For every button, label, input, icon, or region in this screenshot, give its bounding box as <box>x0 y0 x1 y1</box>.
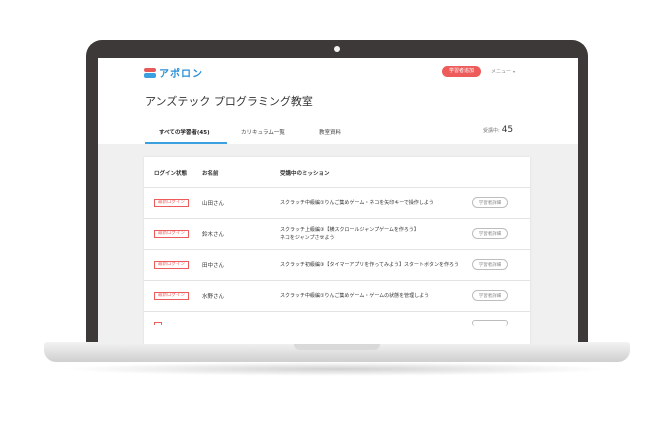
table-row[interactable]: 最新ログイン 鈴木さん スクラッチ上級編③【横スクロールジャンプゲームを作ろう】… <box>144 219 530 250</box>
tab-materials[interactable]: 教室資料 <box>319 128 341 138</box>
mission-text: スクラッチ中級編①りんご集めゲーム・ネコを矢印キーで操作しよう <box>280 199 470 207</box>
mission-line: スクラッチ初級編③【タイマーアプリを作ってみよう】スタートボタンを作ろう <box>280 262 460 268</box>
status-badge <box>154 322 162 325</box>
laptop-mockup: アポロン 学習者追加 メニュー ▾ アンズテック プログラミング教室 すべての学習… <box>0 0 670 430</box>
logo-icon <box>144 67 156 78</box>
learner-name: 水野さん <box>202 294 225 300</box>
learner-detail-button[interactable]: 学習者詳細 <box>472 290 508 301</box>
header-mission: 受講中のミッション <box>280 171 330 177</box>
header-name: お名前 <box>202 171 219 177</box>
table-header: ログイン状態 お名前 受講中のミッション <box>144 157 530 188</box>
mission-text: スクラッチ上級編③【横スクロールジャンプゲームを作ろう】 ネコをジャンプさせよう <box>280 226 470 242</box>
learner-name: 山田さん <box>202 201 225 207</box>
tab-curriculum[interactable]: カリキュラム一覧 <box>241 128 285 138</box>
learner-detail-button[interactable]: 学習者詳細 <box>472 259 508 270</box>
add-learner-button[interactable]: 学習者追加 <box>442 66 482 77</box>
menu-dropdown[interactable]: メニュー ▾ <box>491 67 515 77</box>
table-row[interactable]: 最新ログイン 山田さん スクラッチ中級編①りんご集めゲーム・ネコを矢印キーで操作… <box>144 188 530 219</box>
status-badge: 最新ログイン <box>154 199 189 207</box>
learner-detail-button[interactable] <box>472 320 508 326</box>
menu-label: メニュー <box>491 69 512 75</box>
status-badge: 最新ログイン <box>154 292 189 300</box>
learner-detail-button[interactable]: 学習者詳細 <box>472 197 508 208</box>
learner-count: 受講中: 45 <box>483 125 513 135</box>
mission-line: スクラッチ上級編③【横スクロールジャンプゲームを作ろう】 <box>280 227 419 233</box>
learner-name: 鈴木さん <box>202 232 225 238</box>
page-title: アンズテック プログラミング教室 <box>145 95 313 108</box>
logo[interactable]: アポロン <box>144 65 203 80</box>
mission-line: ネコをジャンプさせよう <box>280 235 335 241</box>
status-badge: 最新ログイン <box>154 261 189 269</box>
logo-text: アポロン <box>159 69 203 80</box>
camera-icon <box>334 46 340 52</box>
header-status: ログイン状態 <box>154 171 188 177</box>
status-badge: 最新ログイン <box>154 230 189 238</box>
laptop-shadow <box>60 362 614 376</box>
learner-count-label: 受講中: <box>483 128 500 134</box>
learner-detail-button[interactable]: 学習者詳細 <box>472 228 508 239</box>
tab-all-learners[interactable]: すべての学習者(45) <box>159 128 210 138</box>
mission-line: スクラッチ中級編①りんご集めゲーム・ゲームの状態を管理しよう <box>280 293 430 299</box>
mission-text: スクラッチ初級編③【タイマーアプリを作ってみよう】スタートボタンを作ろう <box>280 261 470 269</box>
mission-line: スクラッチ中級編①りんご集めゲーム・ネコを矢印キーで操作しよう <box>280 200 434 206</box>
learner-name: 田中さん <box>202 263 225 269</box>
laptop-screen: アポロン 学習者追加 メニュー ▾ アンズテック プログラミング教室 すべての学習… <box>98 58 578 344</box>
learner-count-value: 45 <box>501 125 514 135</box>
table-row[interactable] <box>144 312 530 343</box>
table-row[interactable]: 最新ログイン 田中さん スクラッチ初級編③【タイマーアプリを作ってみよう】スター… <box>144 250 530 281</box>
chevron-down-icon: ▾ <box>513 69 516 74</box>
learner-table: ログイン状態 お名前 受講中のミッション 最新ログイン 山田さん スクラッチ中級… <box>144 157 530 344</box>
mission-text: スクラッチ中級編①りんご集めゲーム・ゲームの状態を管理しよう <box>280 292 470 300</box>
table-row[interactable]: 最新ログイン 水野さん スクラッチ中級編①りんご集めゲーム・ゲームの状態を管理し… <box>144 281 530 312</box>
